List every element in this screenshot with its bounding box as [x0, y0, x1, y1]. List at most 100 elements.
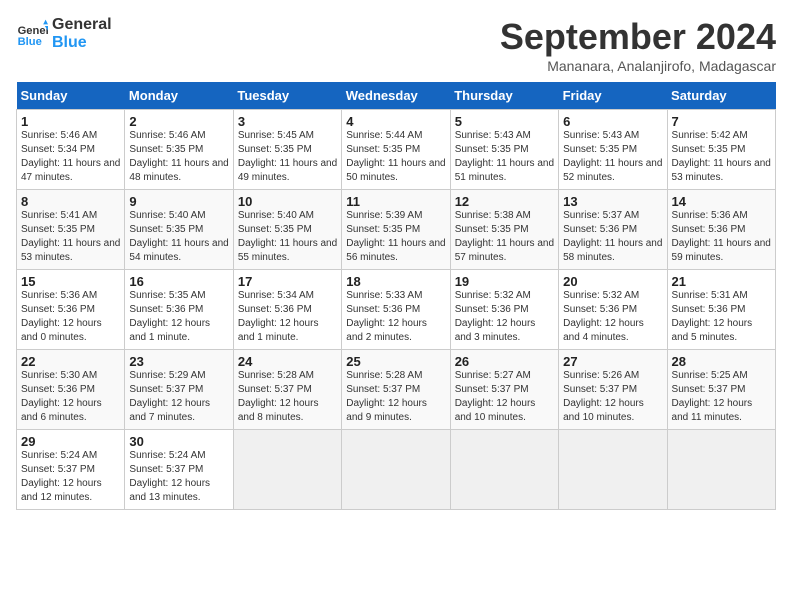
calendar-cell: 1 Sunrise: 5:46 AMSunset: 5:34 PMDayligh… [17, 110, 125, 190]
calendar-cell: 2 Sunrise: 5:46 AMSunset: 5:35 PMDayligh… [125, 110, 233, 190]
col-header-sunday: Sunday [17, 82, 125, 110]
day-info: Sunrise: 5:44 AMSunset: 5:35 PMDaylight:… [346, 129, 445, 185]
calendar-cell [342, 430, 450, 510]
day-number: 27 [563, 354, 662, 369]
day-info: Sunrise: 5:39 AMSunset: 5:35 PMDaylight:… [346, 209, 445, 265]
day-info: Sunrise: 5:40 AMSunset: 5:35 PMDaylight:… [129, 209, 228, 265]
day-number: 13 [563, 194, 662, 209]
svg-text:General: General [18, 25, 48, 37]
calendar-cell: 26 Sunrise: 5:27 AMSunset: 5:37 PMDaylig… [450, 350, 558, 430]
calendar-cell: 8 Sunrise: 5:41 AMSunset: 5:35 PMDayligh… [17, 190, 125, 270]
calendar-cell: 6 Sunrise: 5:43 AMSunset: 5:35 PMDayligh… [559, 110, 667, 190]
day-info: Sunrise: 5:32 AMSunset: 5:36 PMDaylight:… [455, 289, 554, 345]
day-number: 21 [672, 274, 771, 289]
day-info: Sunrise: 5:43 AMSunset: 5:35 PMDaylight:… [563, 129, 662, 185]
day-number: 2 [129, 114, 228, 129]
day-number: 8 [21, 194, 120, 209]
logo: General Blue General Blue [16, 16, 112, 51]
calendar-cell: 25 Sunrise: 5:28 AMSunset: 5:37 PMDaylig… [342, 350, 450, 430]
calendar-cell: 5 Sunrise: 5:43 AMSunset: 5:35 PMDayligh… [450, 110, 558, 190]
day-number: 3 [238, 114, 337, 129]
svg-text:Blue: Blue [18, 36, 42, 48]
day-info: Sunrise: 5:31 AMSunset: 5:36 PMDaylight:… [672, 289, 771, 345]
day-info: Sunrise: 5:36 AMSunset: 5:36 PMDaylight:… [672, 209, 771, 265]
day-number: 26 [455, 354, 554, 369]
calendar-cell: 19 Sunrise: 5:32 AMSunset: 5:36 PMDaylig… [450, 270, 558, 350]
calendar-cell: 14 Sunrise: 5:36 AMSunset: 5:36 PMDaylig… [667, 190, 775, 270]
col-header-tuesday: Tuesday [233, 82, 341, 110]
calendar-cell: 24 Sunrise: 5:28 AMSunset: 5:37 PMDaylig… [233, 350, 341, 430]
day-info: Sunrise: 5:46 AMSunset: 5:34 PMDaylight:… [21, 129, 120, 185]
calendar-cell: 21 Sunrise: 5:31 AMSunset: 5:36 PMDaylig… [667, 270, 775, 350]
day-info: Sunrise: 5:29 AMSunset: 5:37 PMDaylight:… [129, 369, 228, 425]
day-number: 23 [129, 354, 228, 369]
calendar-cell [233, 430, 341, 510]
day-number: 16 [129, 274, 228, 289]
day-number: 11 [346, 194, 445, 209]
day-info: Sunrise: 5:46 AMSunset: 5:35 PMDaylight:… [129, 129, 228, 185]
calendar-cell [667, 430, 775, 510]
day-number: 29 [21, 434, 120, 449]
day-number: 1 [21, 114, 120, 129]
day-number: 9 [129, 194, 228, 209]
day-info: Sunrise: 5:28 AMSunset: 5:37 PMDaylight:… [346, 369, 445, 425]
calendar-cell: 4 Sunrise: 5:44 AMSunset: 5:35 PMDayligh… [342, 110, 450, 190]
calendar-cell: 12 Sunrise: 5:38 AMSunset: 5:35 PMDaylig… [450, 190, 558, 270]
day-number: 25 [346, 354, 445, 369]
day-info: Sunrise: 5:27 AMSunset: 5:37 PMDaylight:… [455, 369, 554, 425]
calendar-cell: 13 Sunrise: 5:37 AMSunset: 5:36 PMDaylig… [559, 190, 667, 270]
day-number: 10 [238, 194, 337, 209]
day-number: 17 [238, 274, 337, 289]
day-info: Sunrise: 5:45 AMSunset: 5:35 PMDaylight:… [238, 129, 337, 185]
calendar-cell: 23 Sunrise: 5:29 AMSunset: 5:37 PMDaylig… [125, 350, 233, 430]
calendar-cell: 22 Sunrise: 5:30 AMSunset: 5:36 PMDaylig… [17, 350, 125, 430]
day-info: Sunrise: 5:35 AMSunset: 5:36 PMDaylight:… [129, 289, 228, 345]
calendar-cell: 3 Sunrise: 5:45 AMSunset: 5:35 PMDayligh… [233, 110, 341, 190]
day-info: Sunrise: 5:32 AMSunset: 5:36 PMDaylight:… [563, 289, 662, 345]
day-info: Sunrise: 5:37 AMSunset: 5:36 PMDaylight:… [563, 209, 662, 265]
day-number: 18 [346, 274, 445, 289]
calendar-row: 1 Sunrise: 5:46 AMSunset: 5:34 PMDayligh… [17, 110, 776, 190]
day-number: 28 [672, 354, 771, 369]
calendar-cell: 29 Sunrise: 5:24 AMSunset: 5:37 PMDaylig… [17, 430, 125, 510]
calendar-cell [559, 430, 667, 510]
calendar-cell [450, 430, 558, 510]
day-info: Sunrise: 5:33 AMSunset: 5:36 PMDaylight:… [346, 289, 445, 345]
day-info: Sunrise: 5:26 AMSunset: 5:37 PMDaylight:… [563, 369, 662, 425]
day-info: Sunrise: 5:34 AMSunset: 5:36 PMDaylight:… [238, 289, 337, 345]
location-title: Mananara, Analanjirofo, Madagascar [500, 58, 776, 74]
calendar-cell: 20 Sunrise: 5:32 AMSunset: 5:36 PMDaylig… [559, 270, 667, 350]
calendar-cell: 9 Sunrise: 5:40 AMSunset: 5:35 PMDayligh… [125, 190, 233, 270]
calendar-row: 29 Sunrise: 5:24 AMSunset: 5:37 PMDaylig… [17, 430, 776, 510]
day-number: 24 [238, 354, 337, 369]
header: General Blue General Blue September 2024… [16, 16, 776, 74]
logo-text-blue: Blue [52, 34, 112, 52]
calendar-cell: 11 Sunrise: 5:39 AMSunset: 5:35 PMDaylig… [342, 190, 450, 270]
calendar-row: 8 Sunrise: 5:41 AMSunset: 5:35 PMDayligh… [17, 190, 776, 270]
day-number: 19 [455, 274, 554, 289]
day-info: Sunrise: 5:43 AMSunset: 5:35 PMDaylight:… [455, 129, 554, 185]
day-number: 4 [346, 114, 445, 129]
month-title: September 2024 [500, 16, 776, 58]
day-number: 14 [672, 194, 771, 209]
col-header-monday: Monday [125, 82, 233, 110]
day-number: 6 [563, 114, 662, 129]
day-info: Sunrise: 5:36 AMSunset: 5:36 PMDaylight:… [21, 289, 120, 345]
day-number: 30 [129, 434, 228, 449]
calendar-row: 15 Sunrise: 5:36 AMSunset: 5:36 PMDaylig… [17, 270, 776, 350]
logo-text-general: General [52, 16, 112, 34]
col-header-thursday: Thursday [450, 82, 558, 110]
calendar-cell: 28 Sunrise: 5:25 AMSunset: 5:37 PMDaylig… [667, 350, 775, 430]
calendar-row: 22 Sunrise: 5:30 AMSunset: 5:36 PMDaylig… [17, 350, 776, 430]
day-number: 5 [455, 114, 554, 129]
calendar-table: SundayMondayTuesdayWednesdayThursdayFrid… [16, 82, 776, 510]
calendar-cell: 15 Sunrise: 5:36 AMSunset: 5:36 PMDaylig… [17, 270, 125, 350]
col-header-friday: Friday [559, 82, 667, 110]
calendar-cell: 7 Sunrise: 5:42 AMSunset: 5:35 PMDayligh… [667, 110, 775, 190]
day-info: Sunrise: 5:40 AMSunset: 5:35 PMDaylight:… [238, 209, 337, 265]
day-info: Sunrise: 5:42 AMSunset: 5:35 PMDaylight:… [672, 129, 771, 185]
header-row: SundayMondayTuesdayWednesdayThursdayFrid… [17, 82, 776, 110]
calendar-cell: 27 Sunrise: 5:26 AMSunset: 5:37 PMDaylig… [559, 350, 667, 430]
day-info: Sunrise: 5:24 AMSunset: 5:37 PMDaylight:… [21, 449, 120, 505]
day-info: Sunrise: 5:28 AMSunset: 5:37 PMDaylight:… [238, 369, 337, 425]
